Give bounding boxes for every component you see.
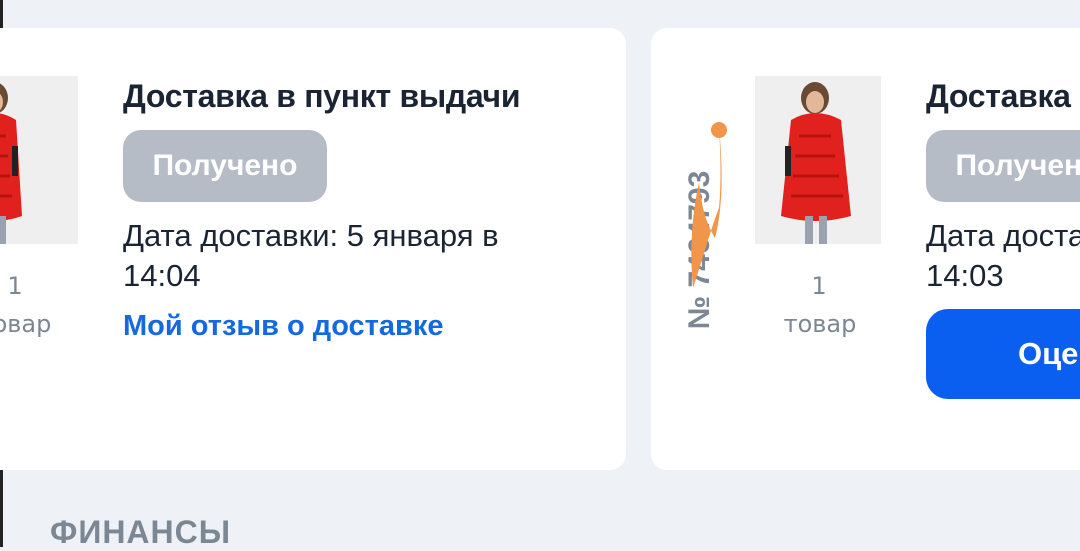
delivery-date: Дата доставки: 5 января в 14:04 <box>123 218 499 293</box>
red-jacket-photo-icon <box>755 76 881 244</box>
delivery-type-title: Доставка в пункт выдачи <box>123 78 521 114</box>
red-jacket-photo-icon <box>0 76 78 244</box>
my-delivery-review-link[interactable]: Мой отзыв о доставке <box>123 310 443 343</box>
delivery-type-title: Доставка в пункт выдачи <box>926 78 1080 114</box>
item-count-label: товар <box>0 310 52 338</box>
item-count: 1 <box>811 272 827 300</box>
product-thumbnail[interactable] <box>0 76 78 244</box>
order-card[interactable]: 1 товар Доставка в пункт выдачи Получено… <box>0 28 626 470</box>
status-badge: Получено <box>123 130 327 202</box>
item-count: 1 <box>7 272 23 300</box>
item-count-label: товар <box>783 310 857 338</box>
status-badge: Получено <box>926 130 1080 202</box>
product-thumbnail[interactable] <box>755 76 881 244</box>
rate-delivery-button[interactable]: Оценить <box>926 309 1080 399</box>
finance-section-heading: ФИНАНСЫ <box>50 514 232 550</box>
order-card[interactable]: № 7464793 1 товар Доставка в пункт выдач… <box>651 28 1080 470</box>
redaction-scribble <box>691 122 727 288</box>
delivery-date: Дата доставки: 5 января в 14:03 <box>926 218 1080 293</box>
